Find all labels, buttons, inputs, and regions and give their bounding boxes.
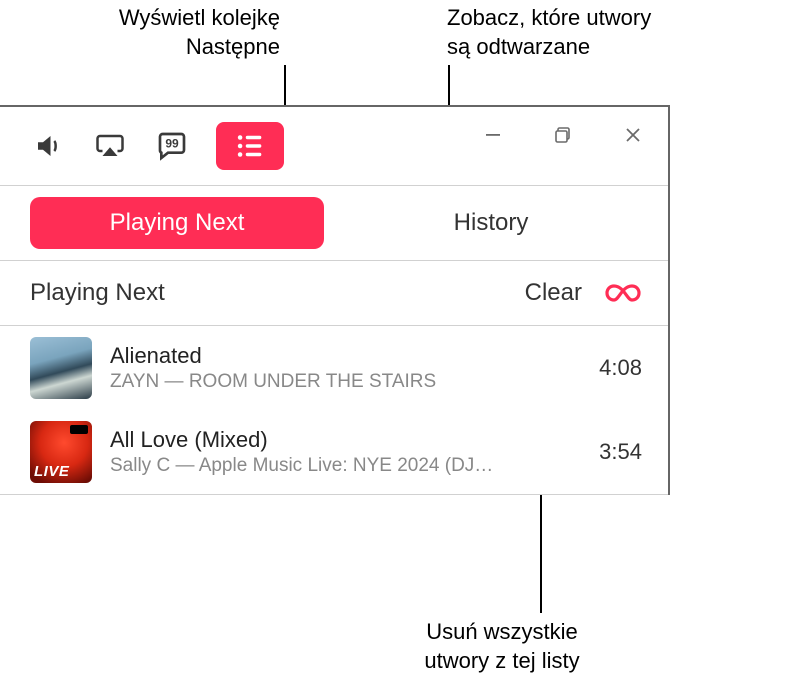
titlebar: 99 [0,107,668,185]
callout-text: utwory z tej listy [424,648,579,673]
callout-history: Zobacz, które utwory są odtwarzane [447,4,727,61]
tab-history[interactable]: History [344,209,638,237]
callout-text: Zobacz, które utwory [447,5,651,30]
section-title: Playing Next [30,279,525,307]
window-controls [458,107,668,163]
track-info: Alienated ZAYN — ROOM UNDER THE STAIRS [110,343,585,393]
queue-button[interactable] [216,122,284,170]
close-button[interactable] [598,107,668,163]
callout-text: Wyświetl kolejkę [119,5,280,30]
track-list: Alienated ZAYN — ROOM UNDER THE STAIRS 4… [0,326,668,494]
airplay-icon[interactable] [92,128,128,164]
volume-icon[interactable] [30,128,66,164]
track-row[interactable]: All Love (Mixed) Sally C — Apple Music L… [30,410,642,494]
track-info: All Love (Mixed) Sally C — Apple Music L… [110,427,585,477]
tab-playing-next[interactable]: Playing Next [30,197,324,249]
lyrics-icon[interactable]: 99 [154,128,190,164]
autoplay-icon[interactable] [604,280,642,306]
track-subtitle: Sally C — Apple Music Live: NYE 2024 (DJ… [110,455,585,477]
minimize-button[interactable] [458,107,528,163]
callout-text: Usuń wszystkie [426,619,578,644]
callout-queue: Wyświetl kolejkę Następne [70,4,280,61]
callout-text: są odtwarzane [447,34,590,59]
track-duration: 3:54 [599,439,642,465]
album-artwork [30,337,92,399]
maximize-button[interactable] [528,107,598,163]
tabs: Playing Next History [0,185,668,261]
track-subtitle: ZAYN — ROOM UNDER THE STAIRS [110,371,585,393]
callout-clear: Usuń wszystkie utwory z tej listy [387,618,617,675]
section-header: Playing Next Clear [0,261,668,326]
track-row[interactable]: Alienated ZAYN — ROOM UNDER THE STAIRS 4… [30,326,642,410]
track-title: All Love (Mixed) [110,427,585,453]
track-duration: 4:08 [599,355,642,381]
album-artwork [30,421,92,483]
svg-text:99: 99 [165,136,179,150]
toolbar: 99 [0,122,284,170]
track-title: Alienated [110,343,585,369]
divider [0,494,668,495]
clear-button[interactable]: Clear [525,279,582,307]
callout-text: Następne [186,34,280,59]
music-queue-window: 99 [0,105,670,495]
